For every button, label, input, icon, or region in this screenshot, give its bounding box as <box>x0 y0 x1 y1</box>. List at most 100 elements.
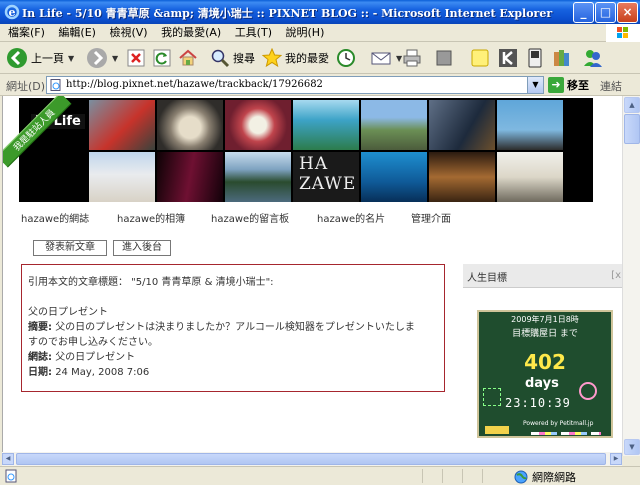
sidebar-close-button[interactable]: [x <box>611 270 621 281</box>
books-icon <box>554 50 569 66</box>
search-button[interactable]: 搜尋 <box>210 46 255 70</box>
scroll-down-icon[interactable]: ▼ <box>624 439 640 455</box>
vertical-scroll-thumb[interactable] <box>624 114 640 144</box>
stop-button[interactable] <box>126 46 146 70</box>
countdown-widget[interactable]: 2009年7月1日8時 目標購屋日 まで 402 days 23:10:39 P… <box>477 310 613 438</box>
nav-profile[interactable]: hazawe的名片 <box>317 210 385 225</box>
back-arrow-icon <box>7 48 27 68</box>
date-label: 日期: <box>28 367 52 378</box>
sidebar-module-title: 人生目標 <box>467 273 507 284</box>
print-button[interactable] <box>402 46 422 70</box>
menu-file[interactable]: 檔案(F) <box>8 24 45 41</box>
trackback-post-title[interactable]: 父の日プレゼント <box>28 303 108 318</box>
banner-photo-car <box>89 100 155 150</box>
menu-view[interactable]: 檢視(V) <box>109 24 147 41</box>
scroll-right-icon[interactable]: ▶ <box>610 453 622 465</box>
mail-button[interactable]: ▼ <box>370 46 402 70</box>
menu-favorites[interactable]: 我的最愛(A) <box>161 24 221 41</box>
publish-post-button[interactable]: 發表新文章 <box>33 240 107 256</box>
go-arrow-icon: ➜ <box>548 77 564 93</box>
k-button[interactable] <box>498 46 518 70</box>
blog-banner: HA ZAWE In Life <box>19 98 593 202</box>
minimize-button[interactable]: _ <box>573 2 594 23</box>
device-button[interactable] <box>526 46 544 70</box>
home-button[interactable] <box>178 46 198 70</box>
back-button[interactable]: 上一頁 ▼ <box>6 46 74 70</box>
countdown-powered-by[interactable]: Powered by Petitmall.jp <box>523 420 593 427</box>
status-page-icon <box>5 469 17 483</box>
blog-nav: hazawe的網誌 hazawe的相簿 hazawe的留言板 hazawe的名片… <box>21 210 601 225</box>
address-url[interactable]: http://blog.pixnet.net/hazawe/trackback/… <box>66 79 323 90</box>
menu-help[interactable]: 說明(H) <box>286 24 325 41</box>
back-label: 上一頁 <box>31 52 64 65</box>
banner-photo-room <box>429 100 495 150</box>
horizontal-scrollbar[interactable]: ◀ ▶ <box>2 452 622 466</box>
window-title: In Life - 5/10 青青草原 &amp; 清境小瑞士 :: PIXNE… <box>22 7 553 20</box>
stop-icon <box>127 49 145 67</box>
scroll-up-icon[interactable]: ▲ <box>624 97 640 113</box>
menu-edit[interactable]: 編輯(E) <box>58 24 96 41</box>
forward-dropdown-icon[interactable]: ▼ <box>112 54 118 63</box>
home-icon <box>179 49 197 66</box>
banner-photo-coast <box>497 100 563 150</box>
banner-photo-dish <box>225 100 291 150</box>
edit-button[interactable] <box>434 46 454 70</box>
banner-hazawe-text: HA ZAWE <box>299 154 357 194</box>
favorites-button[interactable]: 我的最愛 <box>262 46 329 70</box>
vertical-scrollbar[interactable]: ▲ ▼ <box>622 96 640 456</box>
banner-photo-church <box>89 152 155 202</box>
windows-flag-icon <box>606 24 640 42</box>
countdown-days-number: 402 <box>524 350 566 374</box>
forward-arrow-icon <box>87 48 107 68</box>
refresh-icon <box>153 49 171 67</box>
countdown-label: 目標購屋日 まで <box>512 329 578 339</box>
status-segment <box>422 469 442 483</box>
maximize-button[interactable]: □ <box>595 2 616 23</box>
summary-text: 父の日のプレゼントは決まりましたか？アルコール検知器をプレゼントいたしま <box>55 322 415 333</box>
summary-text-cont: すのでお申し込みください。 <box>28 337 158 348</box>
site-value[interactable]: 父の日プレゼント <box>55 352 135 363</box>
chalk-doodle-icon <box>483 388 501 406</box>
back-dropdown-icon[interactable]: ▼ <box>68 54 74 63</box>
zone-label: 網際網路 <box>532 471 576 484</box>
menu-tools[interactable]: 工具(T) <box>235 24 272 41</box>
address-input[interactable]: http://blog.pixnet.net/hazawe/trackback/… <box>46 76 544 94</box>
countdown-time: 23:10:39 <box>505 396 571 410</box>
nav-blog[interactable]: hazawe的網誌 <box>21 210 89 225</box>
refresh-button[interactable] <box>152 46 172 70</box>
globe-icon <box>514 470 528 484</box>
page-viewport: HA ZAWE In Life 我是駐站人員 hazawe的網誌 hazawe的… <box>2 96 622 456</box>
nav-album[interactable]: hazawe的相簿 <box>117 210 185 225</box>
nav-guestbook[interactable]: hazawe的留言板 <box>211 210 289 225</box>
banner-photo-bowls <box>157 100 223 150</box>
search-icon <box>211 49 230 68</box>
enter-backend-button[interactable]: 進入後台 <box>113 240 171 256</box>
address-label: 網址(D) <box>6 80 46 93</box>
banner-photo-house <box>361 100 427 150</box>
banner-photo-couple <box>497 152 563 202</box>
mail-icon <box>371 52 391 65</box>
scroll-left-icon[interactable]: ◀ <box>2 453 14 465</box>
title-bar: e In Life - 5/10 青青草原 &amp; 清境小瑞士 :: PIX… <box>0 0 640 24</box>
forward-button[interactable]: ▼ <box>86 46 118 70</box>
browser-window: e In Life - 5/10 青青草原 &amp; 清境小瑞士 :: PIX… <box>0 0 640 484</box>
k-icon <box>499 49 517 67</box>
star-icon <box>262 48 282 68</box>
history-button[interactable] <box>336 46 356 70</box>
go-button[interactable]: ➜ 移至 <box>548 77 589 93</box>
links-button[interactable]: 連結 <box>600 78 622 94</box>
security-zone: 網際網路 <box>514 469 576 485</box>
page-icon <box>50 79 61 91</box>
banner-photo-waterfall <box>293 100 359 150</box>
horizontal-scroll-thumb[interactable] <box>16 453 606 465</box>
note-button[interactable] <box>470 46 490 70</box>
research-button[interactable] <box>552 46 572 70</box>
close-button[interactable]: × <box>617 2 638 23</box>
trackback-heading: 引用本文的文章標題： "5/10 青青草原 & 清境小瑞士": <box>28 277 274 288</box>
address-dropdown-icon[interactable]: ▼ <box>527 77 543 93</box>
messenger-button[interactable] <box>582 46 604 70</box>
go-label: 移至 <box>567 79 589 92</box>
nav-admin[interactable]: 管理介面 <box>411 210 451 225</box>
summary-label: 摘要: <box>28 322 52 333</box>
banner-photo-shop <box>429 152 495 202</box>
